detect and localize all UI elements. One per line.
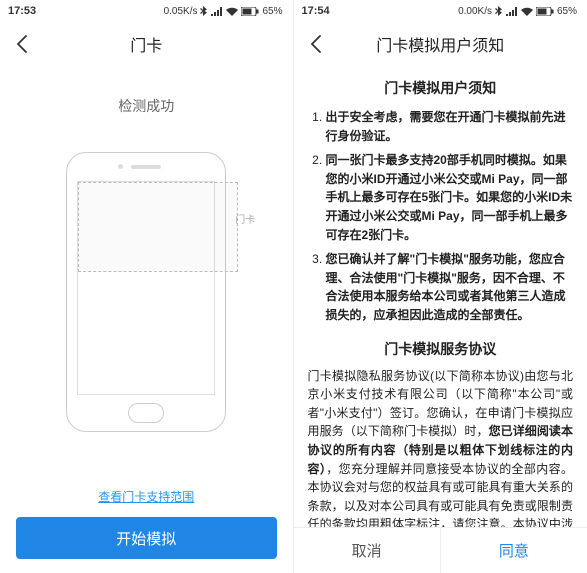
support-range-link[interactable]: 查看门卡支持范围 xyxy=(16,488,277,505)
cancel-button[interactable]: 取消 xyxy=(294,528,441,573)
notice-item: 您已确认并了解"门卡模拟"服务功能，您应合理、合法使用"门卡模拟"服务，因不合理… xyxy=(326,250,574,324)
wifi-icon xyxy=(226,7,238,16)
detect-status: 检测成功 xyxy=(118,96,174,116)
status-right: 0.00K/s 65% xyxy=(458,6,579,17)
status-time: 17:54 xyxy=(302,5,330,17)
phone-illustration: 门卡 xyxy=(66,152,226,432)
agree-button[interactable]: 同意 xyxy=(441,528,587,573)
notice-item: 同一张门卡最多支持20部手机同时模拟。如果您的小米ID开通过小米公交或Mi Pa… xyxy=(326,151,574,244)
battery-percent: 65% xyxy=(557,6,577,17)
left-body: 检测成功 门卡 xyxy=(0,66,293,488)
notice-content[interactable]: 门卡模拟用户须知 出于安全考虑，需要您在开通门卡模拟前先进行身份验证。 同一张门… xyxy=(294,66,587,527)
battery-icon xyxy=(536,7,554,16)
right-screen: 17:54 0.00K/s 65% 门卡模拟用户须知 门卡模拟用户须知 xyxy=(294,0,587,573)
left-screen: 17:53 0.05K/s 65% 门卡 检测成功 xyxy=(0,0,294,573)
signal-icon xyxy=(506,7,518,16)
page-title: 门卡模拟用户须知 xyxy=(376,32,504,56)
net-speed: 0.05K/s xyxy=(164,6,198,17)
home-button-icon xyxy=(128,403,164,423)
header: 门卡模拟用户须知 xyxy=(294,22,587,66)
agreement-para: 门卡模拟隐私服务协议(以下简称本协议)由您与北京小米支付技术有限公司（以下简称"… xyxy=(308,367,574,527)
back-button[interactable] xyxy=(304,32,328,56)
left-footer: 查看门卡支持范围 开始模拟 xyxy=(0,488,293,573)
status-bar: 17:54 0.00K/s 65% xyxy=(294,0,587,22)
notice-heading: 门卡模拟用户须知 xyxy=(308,78,574,98)
start-simulate-button[interactable]: 开始模拟 xyxy=(16,517,277,559)
net-speed: 0.00K/s xyxy=(458,6,492,17)
status-bar: 17:53 0.05K/s 65% xyxy=(0,0,293,22)
phone-camera-icon xyxy=(118,164,123,169)
phone-speaker-icon xyxy=(131,165,161,169)
battery-icon xyxy=(241,7,259,16)
dialog-footer: 取消 同意 xyxy=(294,527,587,573)
agreement-heading: 门卡模拟服务协议 xyxy=(308,339,574,359)
wifi-icon xyxy=(521,7,533,16)
notice-list: 出于安全考虑，需要您在开通门卡模拟前先进行身份验证。 同一张门卡最多支持20部手… xyxy=(308,108,574,325)
status-time: 17:53 xyxy=(8,5,36,17)
page-title: 门卡 xyxy=(130,32,162,56)
bluetooth-icon xyxy=(200,6,208,16)
signal-icon xyxy=(211,7,223,16)
back-button[interactable] xyxy=(10,32,34,56)
header: 门卡 xyxy=(0,22,293,66)
phone-screen-area: 门卡 xyxy=(77,181,215,395)
status-right: 0.05K/s 65% xyxy=(164,6,285,17)
notice-item: 出于安全考虑，需要您在开通门卡模拟前先进行身份验证。 xyxy=(326,108,574,145)
card-label: 门卡 xyxy=(235,211,255,226)
battery-percent: 65% xyxy=(262,6,282,17)
bluetooth-icon xyxy=(495,6,503,16)
card-area: 门卡 xyxy=(78,182,238,272)
